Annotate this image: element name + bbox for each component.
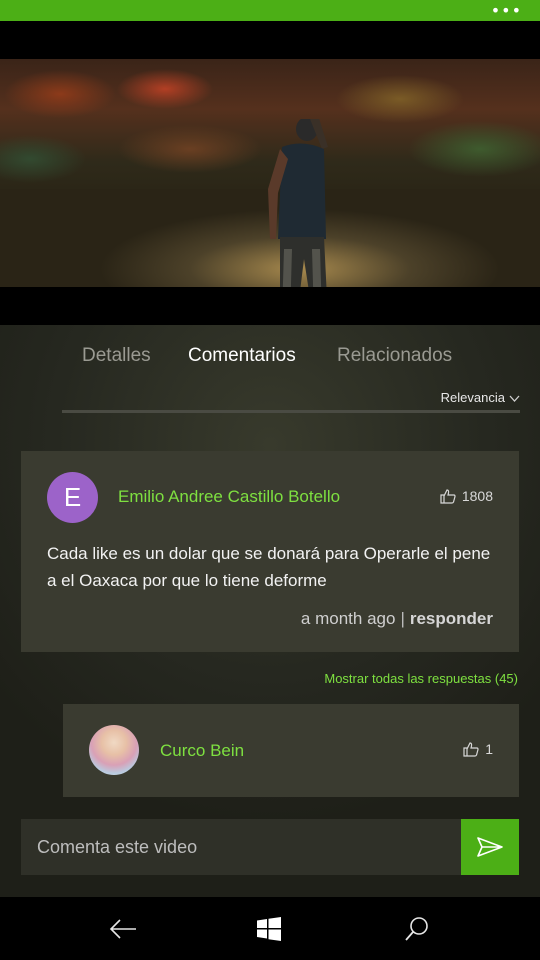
reply-like-count: 1: [485, 741, 493, 757]
comment-card: E Emilio Andree Castillo Botello 1808 Ca…: [21, 451, 519, 652]
like-button[interactable]: 1808: [440, 488, 493, 504]
home-button[interactable]: [249, 909, 289, 949]
tab-relacionados[interactable]: Relacionados: [337, 345, 452, 367]
reply-card: Curco Bein 1: [63, 704, 519, 797]
sort-dropdown[interactable]: Relevancia: [441, 390, 520, 405]
thumbs-up-icon: [440, 489, 456, 504]
tab-detalles[interactable]: Detalles: [82, 345, 151, 367]
status-bar: •••: [0, 0, 540, 21]
like-count: 1808: [461, 488, 493, 504]
back-button[interactable]: [103, 909, 143, 949]
comment-author[interactable]: Emilio Andree Castillo Botello: [118, 487, 340, 507]
send-icon: [477, 837, 503, 857]
separator: |: [400, 609, 405, 628]
video-letterbox-bottom: [0, 287, 540, 325]
comment-meta: a month ago | responder: [301, 609, 493, 629]
video-letterbox-top: [0, 21, 540, 59]
reply-button[interactable]: responder: [410, 609, 493, 628]
avatar[interactable]: E: [47, 472, 98, 523]
back-arrow-icon: [109, 919, 136, 939]
chevron-down-icon: [509, 393, 520, 405]
show-replies-link[interactable]: Mostrar todas las respuestas (45): [324, 671, 518, 686]
avatar[interactable]: [89, 725, 139, 775]
video-player[interactable]: [0, 59, 540, 287]
reply-like-button[interactable]: 1: [463, 741, 493, 757]
video-frame-person: [268, 119, 328, 287]
tab-comentarios[interactable]: Comentarios: [188, 345, 296, 367]
more-options-icon[interactable]: •••: [491, 1, 522, 20]
thumbs-up-icon: [463, 742, 479, 757]
tab-bar: Detalles Comentarios Relacionados: [62, 345, 522, 375]
search-icon: [405, 917, 428, 941]
windows-logo-icon: [257, 917, 281, 941]
sort-label: Relevancia: [440, 390, 505, 405]
search-button[interactable]: [397, 909, 437, 949]
tab-underline: [62, 410, 520, 413]
comment-timestamp: a month ago: [300, 609, 396, 628]
comment-text: Cada like es un dolar que se donará para…: [47, 544, 491, 590]
reply-author[interactable]: Curco Bein: [160, 741, 244, 761]
send-button[interactable]: [461, 819, 519, 875]
system-nav-bar: [0, 897, 540, 960]
comment-input[interactable]: [21, 819, 461, 875]
